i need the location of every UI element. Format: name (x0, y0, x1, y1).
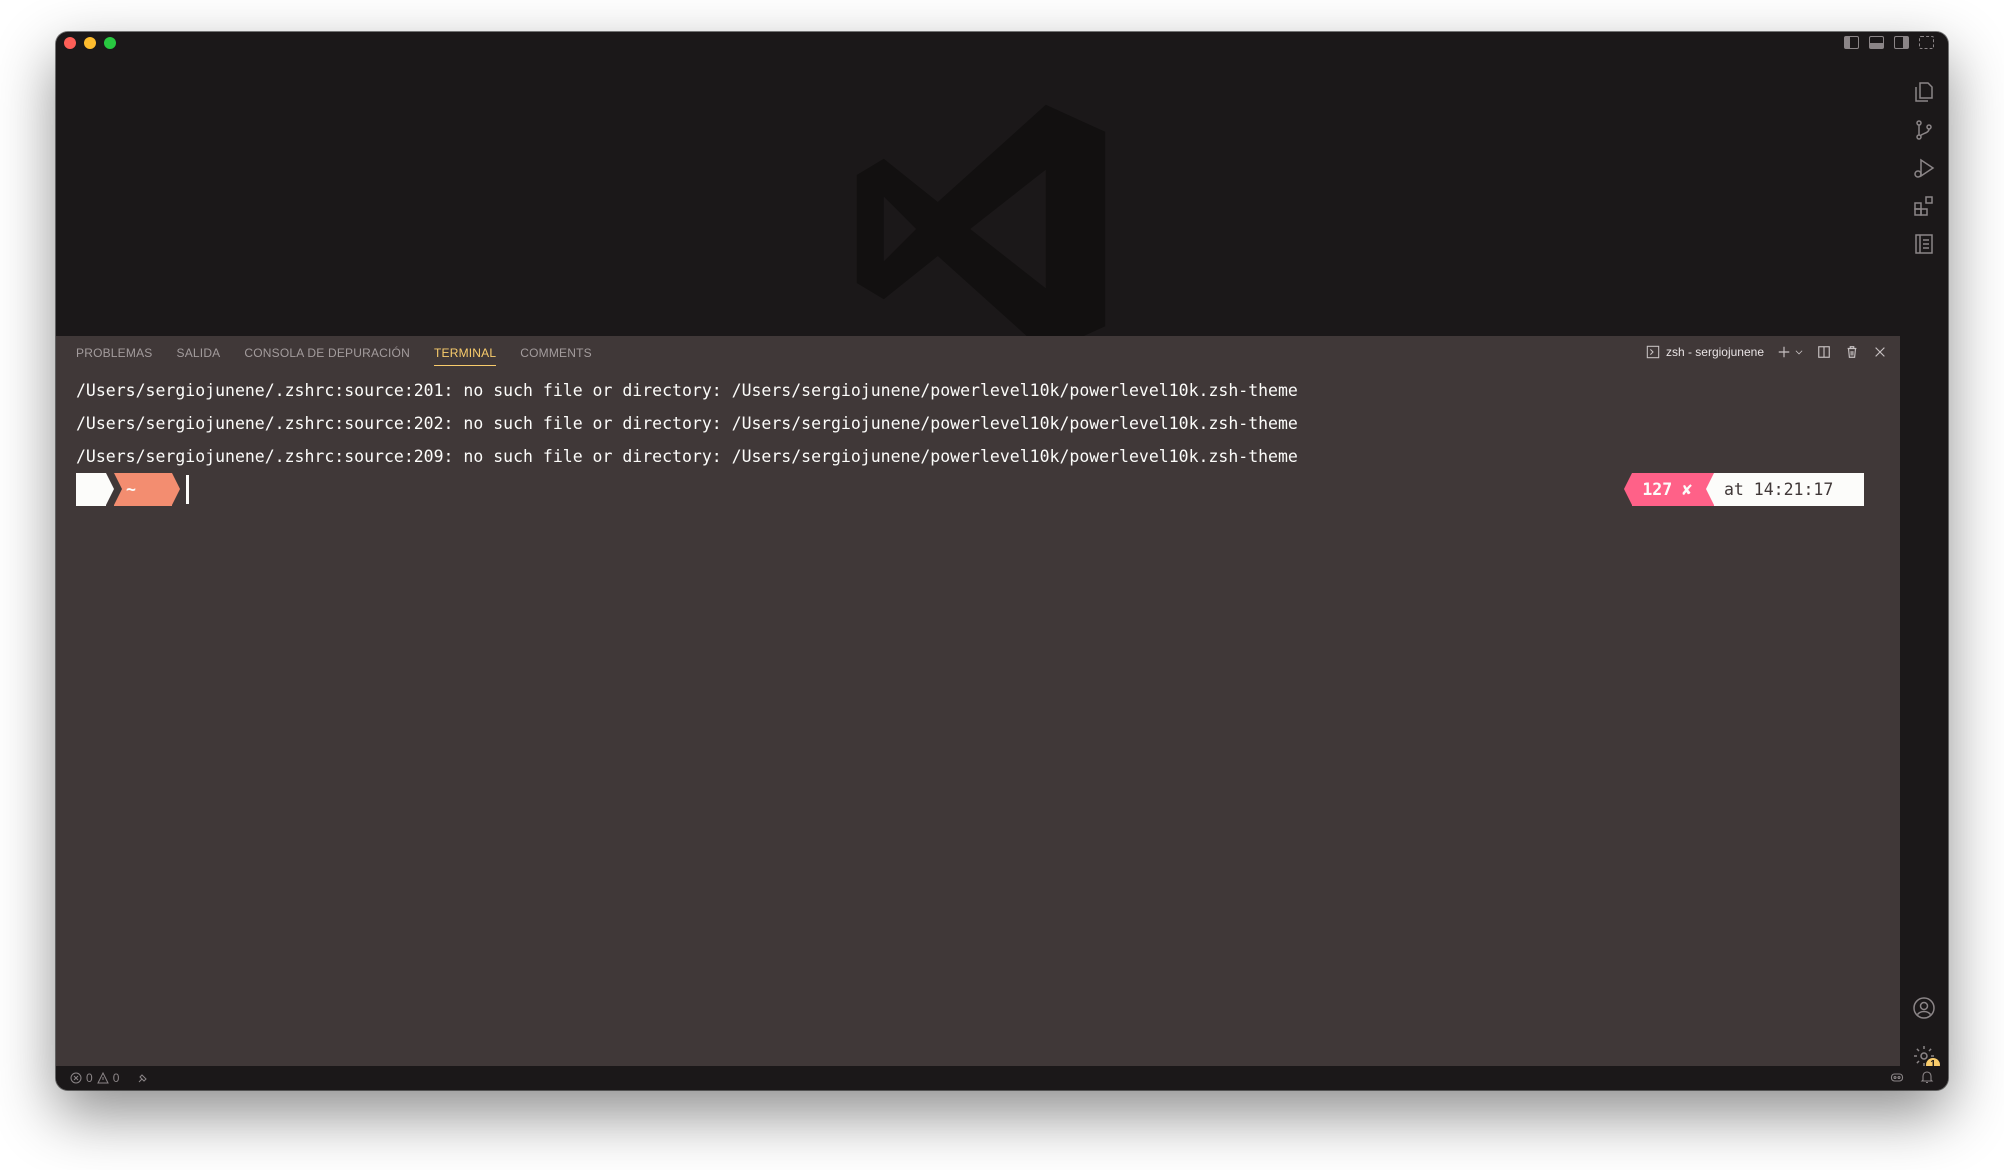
split-terminal-icon[interactable] (1816, 344, 1832, 360)
error-count: 0 (86, 1071, 93, 1085)
tab-terminal[interactable]: TERMINAL (433, 346, 497, 366)
tab-problemas[interactable]: PROBLEMAS (76, 346, 153, 366)
terminal-line: /Users/sergiojunene/.zshrc:source:201: n… (76, 381, 1298, 400)
editor-area[interactable] (56, 54, 1900, 354)
toggle-primary-sidebar-icon[interactable] (1844, 36, 1859, 49)
minimize-window-button[interactable] (84, 37, 96, 49)
terminal-cursor (186, 475, 189, 504)
prompt-os-segment (76, 473, 114, 506)
live-share-icon[interactable] (137, 1072, 149, 1084)
terminal-output[interactable]: /Users/sergiojunene/.zshrc:source:201: n… (76, 374, 1864, 506)
maximize-window-button[interactable] (104, 37, 116, 49)
title-bar (56, 32, 1948, 54)
bottom-panel: PROBLEMAS SALIDA CONSOLA DE DEPURACIÓN T… (56, 336, 1900, 1066)
tab-comments[interactable]: COMMENTS (520, 346, 592, 366)
warning-icon (96, 1072, 109, 1084)
account-icon[interactable] (1912, 996, 1936, 1020)
terminal-line: /Users/sergiojunene/.zshrc:source:202: n… (76, 414, 1298, 433)
activity-bar: 1 (1900, 54, 1948, 1072)
status-bar-right (1890, 1070, 1934, 1084)
terminal-selector[interactable]: zsh - sergiojunene (1646, 345, 1764, 359)
vscode-logo-watermark-icon (856, 104, 1106, 354)
trash-icon[interactable] (1844, 344, 1860, 360)
problems-indicator[interactable]: 0 0 (70, 1071, 149, 1085)
error-icon (70, 1072, 82, 1084)
notebook-icon[interactable] (1912, 232, 1936, 256)
status-bar: 0 0 (56, 1066, 1948, 1090)
explorer-icon[interactable] (1912, 80, 1936, 104)
terminal-name: zsh - sergiojunene (1665, 345, 1764, 359)
chevron-down-icon[interactable] (1794, 344, 1804, 360)
panel-actions: zsh - sergiojunene (1646, 344, 1888, 360)
toggle-secondary-sidebar-icon[interactable] (1894, 36, 1909, 49)
customize-layout-icon[interactable] (1919, 36, 1934, 49)
new-terminal-icon[interactable] (1776, 344, 1792, 360)
run-debug-icon[interactable] (1912, 156, 1936, 180)
layout-controls (1844, 36, 1934, 49)
prompt-line: ~ 127 ✘ at 14:21:17 (76, 473, 1864, 506)
prompt-dir-segment: ~ (114, 473, 180, 506)
copilot-icon[interactable] (1890, 1070, 1904, 1084)
notifications-bell-icon[interactable] (1920, 1070, 1934, 1084)
prompt-time-segment: at 14:21:17 (1714, 473, 1864, 506)
extensions-icon[interactable] (1912, 194, 1936, 218)
vscode-window: 1 PROBLEMAS SALIDA CONSOLA DE DEPURACIÓN… (56, 32, 1948, 1090)
close-panel-icon[interactable] (1872, 344, 1888, 360)
close-window-button[interactable] (64, 37, 76, 49)
terminal-icon (1646, 345, 1660, 359)
warning-count: 0 (112, 1071, 120, 1085)
source-control-icon[interactable] (1912, 118, 1936, 142)
toggle-panel-icon[interactable] (1869, 36, 1884, 49)
panel-tabs: PROBLEMAS SALIDA CONSOLA DE DEPURACIÓN T… (76, 346, 592, 366)
tab-salida[interactable]: SALIDA (177, 346, 221, 366)
terminal-line: /Users/sergiojunene/.zshrc:source:209: n… (76, 447, 1298, 466)
prompt-exit-status-segment: 127 ✘ (1624, 473, 1714, 506)
tab-consola-depuracion[interactable]: CONSOLA DE DEPURACIÓN (244, 346, 410, 366)
